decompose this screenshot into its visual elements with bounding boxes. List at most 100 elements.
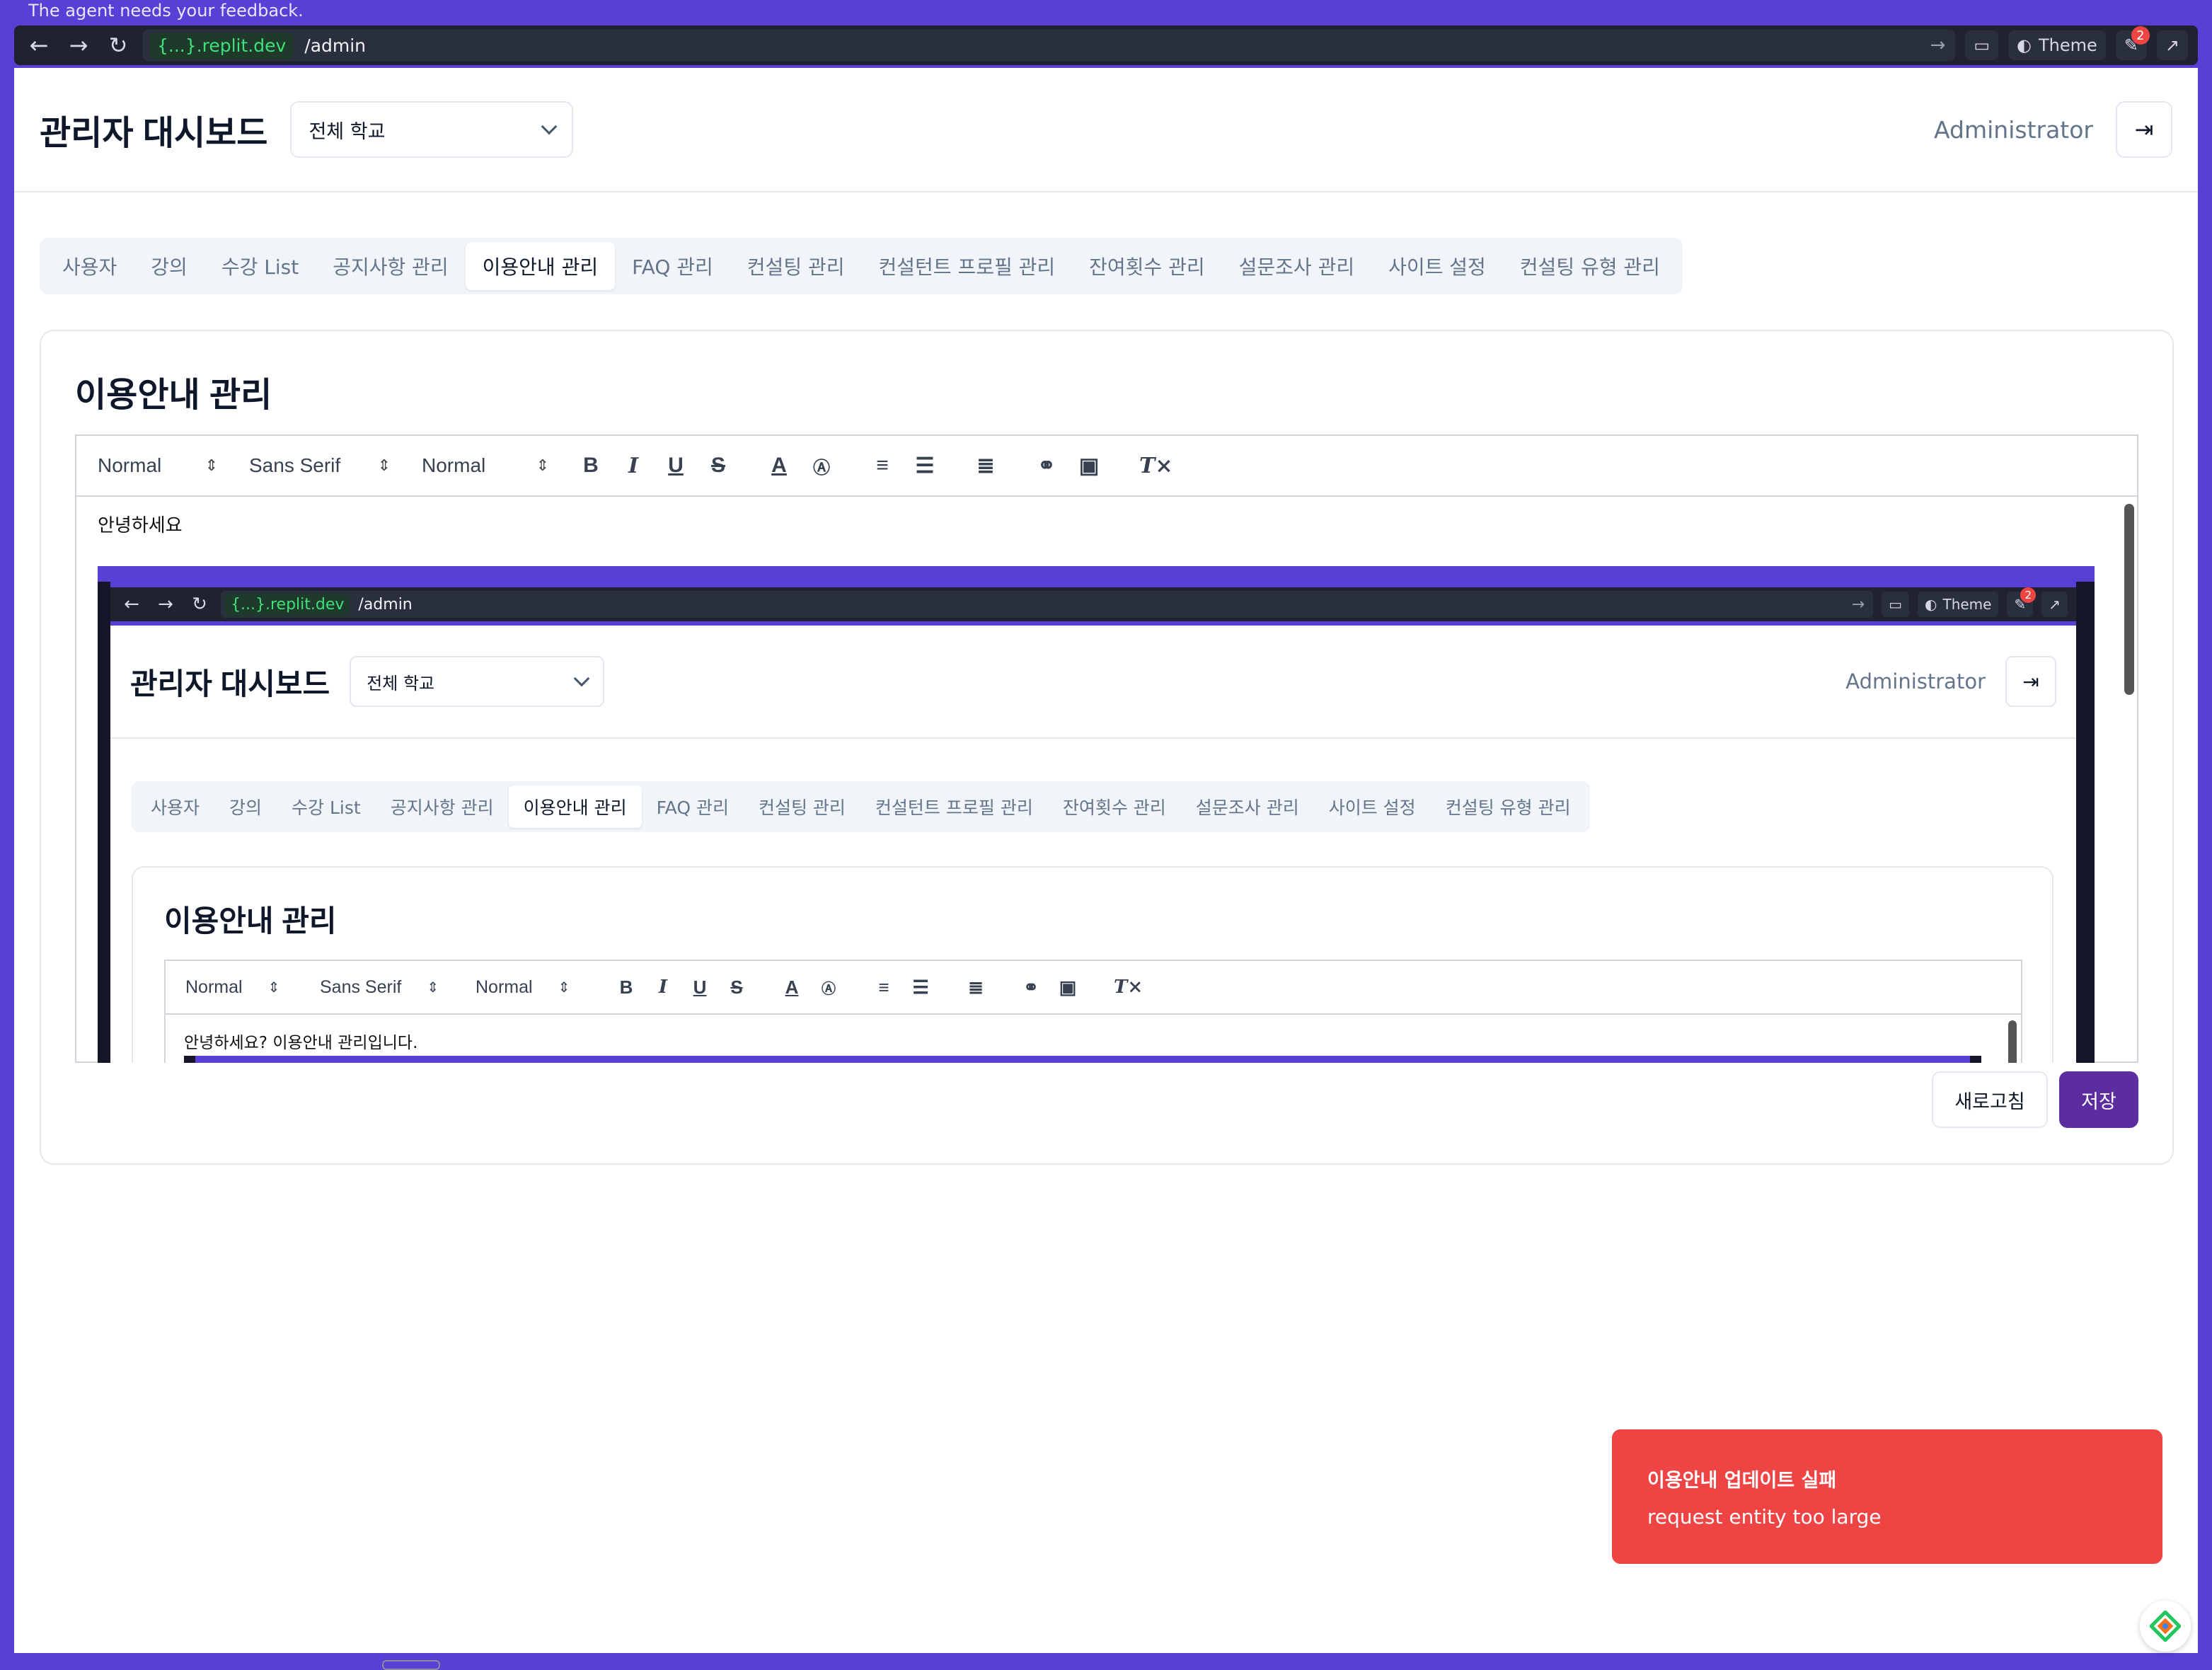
text-color-icon: A [785, 976, 799, 998]
tab-faq[interactable]: FAQ 관리 [615, 242, 730, 290]
refresh-button[interactable]: 새로고침 [1932, 1071, 2048, 1128]
align-icon[interactable]: ≣ [975, 454, 996, 478]
forward-icon[interactable]: → [64, 30, 93, 60]
logout-button[interactable]: ⇥ [2116, 101, 2172, 158]
embedded-header: 관리자 대시보드 전체 학교 Administrator ⇥ [110, 626, 2076, 739]
embedded-tab: FAQ 관리 [656, 797, 729, 818]
reload-icon: ↻ [192, 594, 207, 615]
font-select[interactable]: Sans Serif ⇕ [249, 454, 391, 477]
bold-icon[interactable]: B [580, 454, 601, 478]
tab-enrollments[interactable]: 수강 List [205, 242, 316, 290]
embedded-badge: 2 [2020, 587, 2037, 603]
embedded-heading-select: Normal ⇕ [185, 977, 292, 998]
embedded-tab: 컨설턴트 프로필 관리 [875, 797, 1033, 818]
tab-remaining-count[interactable]: 잔여횟수 관리 [1072, 242, 1221, 290]
underline-icon: U [693, 976, 707, 998]
devtools-button[interactable]: ✎ 2 [2115, 26, 2150, 60]
logout-icon: ⇥ [2022, 669, 2039, 693]
go-arrow-icon[interactable]: → [1930, 35, 1946, 56]
page-header: 관리자 대시보드 전체 학교 Administrator ⇥ [14, 68, 2198, 192]
chevron-down-icon [573, 670, 590, 687]
embedded-url-domain: {...}.replit.dev [225, 593, 350, 616]
heading-select-value: Normal [98, 454, 162, 476]
notification-badge: 2 [2131, 26, 2150, 45]
embedded-card-title: 이용안내 관리 [164, 904, 337, 938]
devices-icon: ▭ [1882, 592, 1910, 617]
size-select[interactable]: Normal ⇕ [422, 454, 549, 477]
editor-scrollbar[interactable] [2124, 504, 2134, 695]
embedded-tab-active: 이용안내 관리 [508, 785, 642, 828]
background-color-icon: Ⓐ [822, 981, 836, 997]
embedded-tab: 사용자 [151, 797, 200, 818]
assistant-fab[interactable] [2140, 1601, 2191, 1652]
embedded-tab: 공지사항 관리 [390, 797, 494, 818]
embedded-editor: Normal ⇕ Sans Serif ⇕ Normal ⇕ B I U S A [164, 960, 2022, 1063]
tab-site-settings[interactable]: 사이트 설정 [1371, 242, 1503, 290]
text-color-icon[interactable]: A [768, 454, 790, 478]
updown-icon: ⇕ [558, 979, 570, 996]
open-external-icon: ↗ [2041, 592, 2068, 617]
embedded-frame: ← → ↻ {...}.replit.dev /admin → ▭ ◐ Them… [110, 582, 2076, 1063]
assistant-logo-icon [2150, 1611, 2181, 1642]
embedded-tab: 수강 List [292, 797, 361, 818]
embedded-tab: 강의 [229, 797, 263, 818]
go-arrow-icon: → [1851, 595, 1865, 614]
school-select[interactable]: 전체 학교 [290, 101, 574, 158]
theme-button[interactable]: ◐ Theme [2008, 30, 2106, 60]
embedded-browser-toolbar: ← → ↻ {...}.replit.dev /admin → ▭ ◐ Them… [110, 587, 2076, 621]
url-domain: {...}.replit.dev [150, 32, 294, 59]
embedded-url-path: /admin [358, 595, 413, 614]
toast-message: request entity too large [1647, 1505, 1882, 1528]
ordered-list-icon[interactable]: ≡ [872, 454, 893, 478]
page-title: 관리자 대시보드 [40, 115, 268, 152]
tab-guide[interactable]: 이용안내 관리 [465, 242, 616, 290]
embedded-strip [98, 566, 2095, 582]
strike-icon: S [730, 976, 743, 998]
tab-consulting[interactable]: 컨설팅 관리 [730, 242, 862, 290]
tab-users[interactable]: 사용자 [45, 242, 134, 290]
font-select-value: Sans Serif [249, 454, 341, 476]
tab-consulting-types[interactable]: 컨설팅 유형 관리 [1503, 242, 1677, 290]
bullet-list-icon[interactable]: ☰ [914, 454, 935, 478]
card-title: 이용안내 관리 [75, 376, 272, 414]
tab-surveys[interactable]: 설문조사 관리 [1222, 242, 1371, 290]
heading-select[interactable]: Normal ⇕ [98, 454, 218, 477]
back-icon[interactable]: ← [24, 30, 54, 60]
embedded-tab: 사이트 설정 [1328, 797, 1416, 818]
clear-format-icon: T× [1114, 977, 1144, 998]
chevron-down-icon [541, 118, 558, 135]
tab-consultant-profiles[interactable]: 컨설턴트 프로필 관리 [862, 242, 1073, 290]
palette-icon: ◐ [1925, 596, 1937, 613]
updown-icon: ⇕ [536, 456, 549, 474]
devices-icon[interactable]: ▭ [1965, 30, 1999, 60]
error-toast: 이용안내 업데이트 실패 request entity too large [1612, 1429, 2162, 1564]
tab-notices[interactable]: 공지사항 관리 [316, 242, 465, 290]
italic-icon[interactable]: I [623, 454, 644, 478]
image-icon[interactable]: ▣ [1078, 454, 1100, 478]
underline-icon[interactable]: U [665, 454, 686, 478]
open-external-icon[interactable]: ↗ [2156, 30, 2188, 60]
dock-indicator [382, 1660, 440, 1670]
link-icon[interactable]: ⚭ [1036, 454, 1057, 478]
guide-card: 이용안내 관리 Normal ⇕ Sans Serif ⇕ Normal ⇕ B I … [40, 330, 2174, 1165]
editor-content[interactable]: 안녕하세요 ← → ↻ {...}.replit.dev /admin → ▭ … [76, 497, 2140, 1063]
back-icon: ← [124, 594, 139, 615]
updown-icon: ⇕ [427, 979, 439, 996]
reload-icon[interactable]: ↻ [103, 30, 133, 60]
updown-icon: ⇕ [267, 979, 280, 996]
strike-icon[interactable]: S [708, 454, 729, 478]
clear-format-icon[interactable]: T× [1139, 454, 1173, 478]
embedded-tab: 잔여횟수 관리 [1062, 797, 1166, 818]
tab-lectures[interactable]: 강의 [134, 242, 205, 290]
background-color-icon[interactable]: Ⓐ [811, 454, 832, 478]
nested-screenshot-strip [184, 1056, 1981, 1063]
embedded-tab: 컨설팅 유형 관리 [1445, 797, 1571, 818]
save-button[interactable]: 저장 [2059, 1071, 2138, 1128]
editor-toolbar: Normal ⇕ Sans Serif ⇕ Normal ⇕ B I U S A Ⓐ … [76, 436, 2137, 497]
url-bar[interactable]: {...}.replit.dev /admin → [143, 30, 1956, 61]
embedded-size-value: Normal [476, 977, 533, 997]
updown-icon: ⇕ [377, 456, 391, 474]
palette-icon: ◐ [2017, 35, 2032, 55]
school-select-value: 전체 학교 [309, 120, 386, 143]
embedded-school-select-value: 전체 학교 [367, 673, 435, 693]
